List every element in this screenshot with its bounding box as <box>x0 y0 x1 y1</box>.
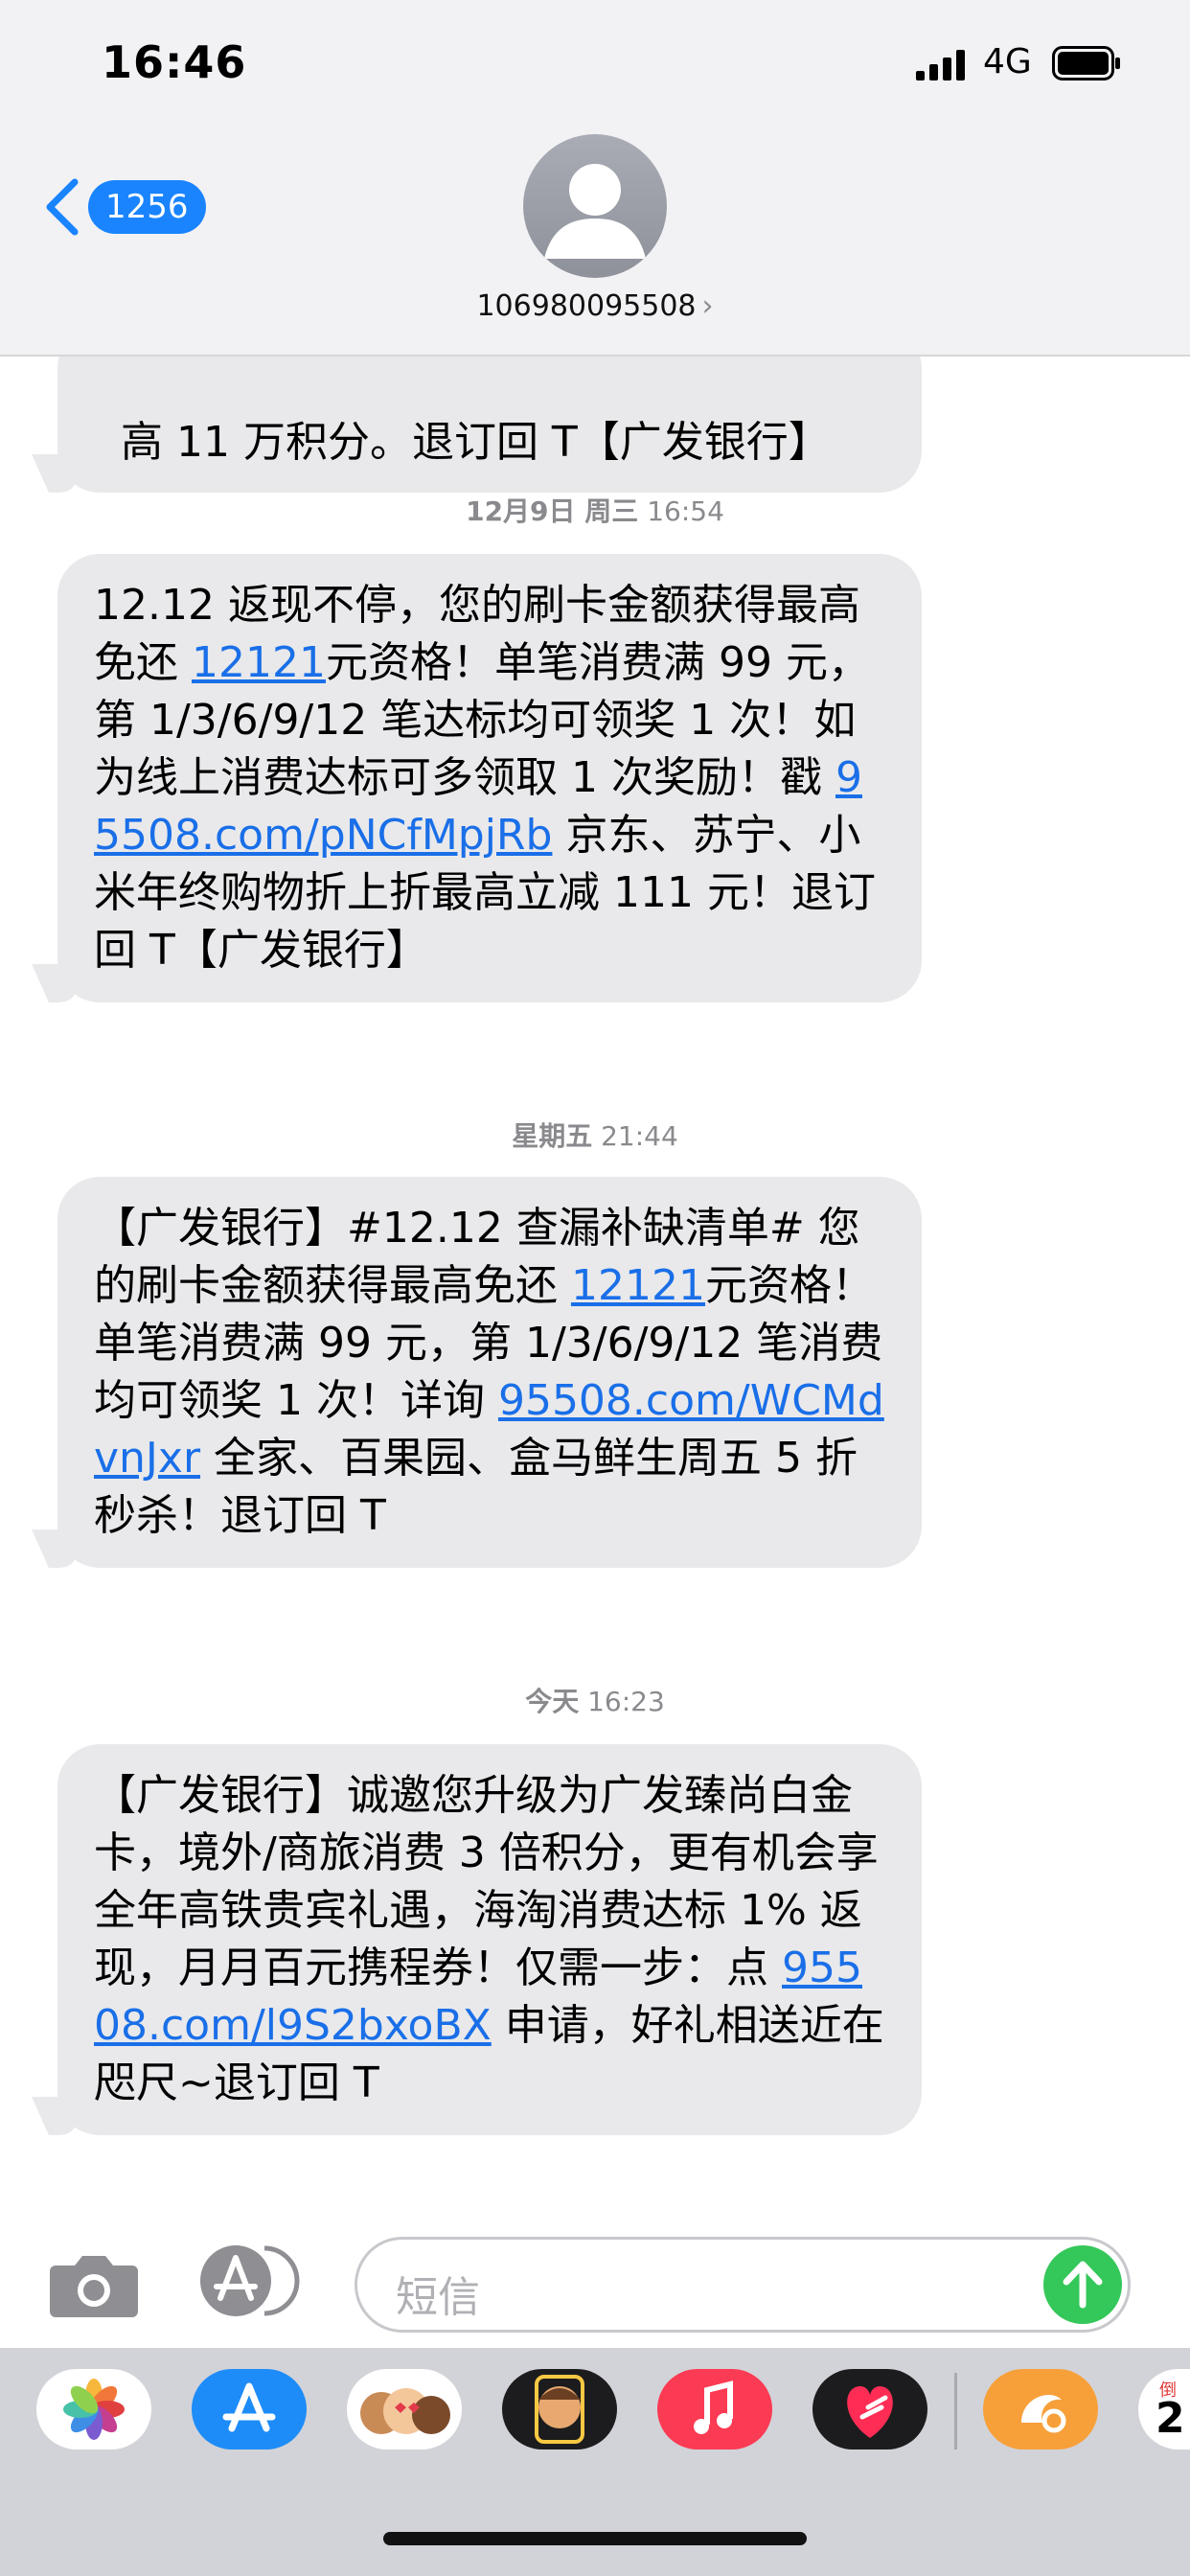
calendar-icon[interactable]: 倒 2 <box>1138 2369 1190 2450</box>
navigation-header: 16:46 4G 1256 106980095508 › <box>0 0 1190 356</box>
calendar-date: 2 <box>1156 2394 1185 2443</box>
timestamp-day: 今天 <box>525 1686 580 1717</box>
message-bubble[interactable]: 【广发银行】诚邀您升级为广发臻尚白金卡，境外/商旅消费 3 倍积分，更有机会享全… <box>57 1744 922 2135</box>
person-icon <box>544 164 646 259</box>
message-timestamp: 12月9日 周三 16:54 <box>0 491 1190 529</box>
message-text: 全家、百果园、盒马鲜生周五 5 折秒杀！退订回 T <box>94 1434 858 1540</box>
music-icon[interactable] <box>657 2369 772 2450</box>
chevron-right-icon: › <box>701 289 714 323</box>
contact-avatar[interactable] <box>523 134 667 278</box>
message-timestamp: 今天 16:23 <box>0 1681 1190 1719</box>
message-text: 高 11 万积分。退订回 T【广发银行】 <box>120 418 831 467</box>
arrow-up-icon <box>1063 2261 1103 2309</box>
heart-icon[interactable] <box>812 2369 927 2450</box>
drawer-divider <box>954 2373 957 2450</box>
camera-icon[interactable] <box>48 2250 140 2319</box>
animoji-icon[interactable] <box>502 2369 617 2450</box>
timestamp-time: 16:54 <box>647 495 724 527</box>
contact-name-button[interactable]: 106980095508 › <box>0 289 1190 323</box>
uc-browser-icon[interactable] <box>983 2369 1098 2450</box>
message-link[interactable]: 12121 <box>192 638 326 687</box>
message-text: 【广发银行】诚邀您升级为广发臻尚白金卡，境外/商旅消费 3 倍积分，更有机会享全… <box>94 1771 879 1992</box>
composer-bar: 短信 <box>0 2214 1190 2348</box>
memoji-icon[interactable] <box>347 2369 462 2450</box>
app-store-icon[interactable] <box>192 2369 307 2450</box>
timestamp-day: 星期五 <box>512 1120 593 1152</box>
contact-number: 106980095508 <box>476 289 697 323</box>
message-link[interactable]: 12121 <box>571 1261 705 1310</box>
network-type: 4G <box>983 42 1032 81</box>
timestamp-time: 16:23 <box>587 1686 665 1717</box>
message-timestamp: 星期五 21:44 <box>0 1116 1190 1154</box>
status-time: 16:46 <box>102 36 247 88</box>
chevron-left-icon <box>46 178 79 236</box>
message-bubble[interactable]: 12.12 返现不停，您的刷卡金额获得最高免还 12121元资格！单笔消费满 9… <box>57 554 922 1002</box>
app-store-apps-icon[interactable] <box>197 2242 303 2319</box>
cellular-signal-icon <box>916 50 965 80</box>
photos-icon[interactable] <box>36 2369 151 2450</box>
message-bubble[interactable]: 【广发银行】#12.12 查漏补缺清单# 您的刷卡金额获得最高免还 12121元… <box>57 1177 922 1568</box>
home-indicator <box>383 2532 807 2545</box>
timestamp-time: 21:44 <box>601 1120 678 1152</box>
input-placeholder: 短信 <box>396 2273 480 2322</box>
timestamp-day: 12月9日 周三 <box>466 495 639 527</box>
battery-icon <box>1052 46 1120 80</box>
send-button[interactable] <box>1043 2245 1122 2324</box>
message-input[interactable]: 短信 <box>355 2237 1131 2333</box>
unread-count-badge: 1256 <box>88 180 206 234</box>
back-button[interactable]: 1256 <box>42 172 253 242</box>
